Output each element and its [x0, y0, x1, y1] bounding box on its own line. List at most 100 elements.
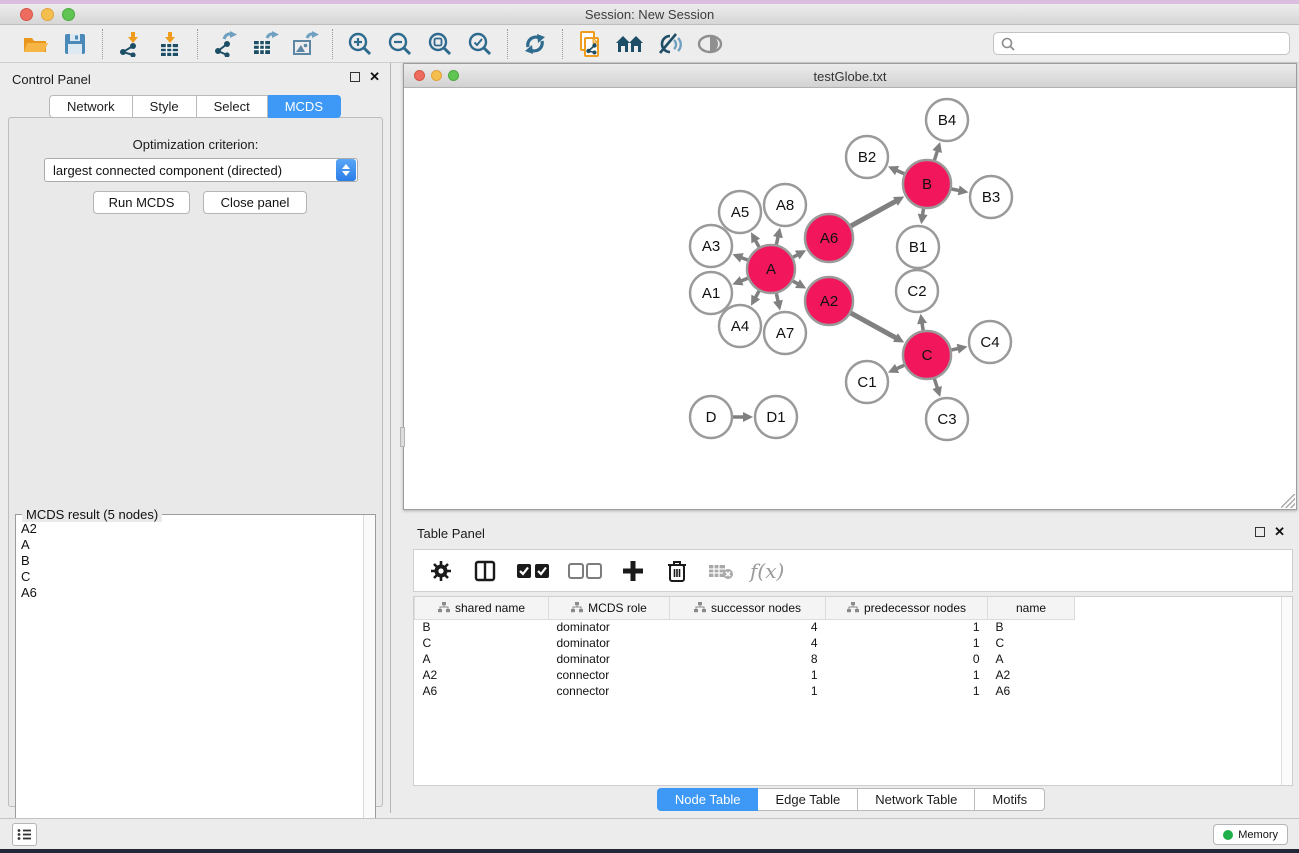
export-network-button[interactable]	[209, 29, 241, 59]
column-header-name[interactable]: name	[988, 597, 1075, 619]
tab-select[interactable]: Select	[197, 95, 268, 118]
import-table-button[interactable]	[154, 29, 186, 59]
edge-A2-C[interactable]	[851, 313, 897, 339]
network-canvas[interactable]: B4B2BB3A8A5A6A3B1AC2A1A2A4A7C4CC1DD1C3	[404, 88, 1296, 509]
table-cell: dominator	[549, 619, 670, 635]
table-cell: 0	[826, 651, 988, 667]
float-panel-icon[interactable]	[350, 72, 360, 82]
import-network-icon	[117, 31, 143, 57]
memory-button[interactable]: Memory	[1213, 824, 1288, 845]
table-row[interactable]: Adominator80A	[415, 651, 1075, 667]
table-cell: 1	[826, 619, 988, 635]
search-field[interactable]	[993, 32, 1290, 55]
tab-style[interactable]: Style	[133, 95, 197, 118]
show-column-button[interactable]	[470, 556, 500, 586]
toolbar-separator	[562, 29, 563, 59]
node-label-A4: A4	[731, 318, 749, 335]
result-item[interactable]: B	[21, 553, 363, 569]
node-label-D1: D1	[766, 409, 785, 426]
column-header-predecessor-nodes[interactable]: predecessor nodes	[826, 597, 988, 619]
table-row[interactable]: Bdominator41B	[415, 619, 1075, 635]
result-scrollbar[interactable]	[363, 515, 375, 853]
zoom-fit-button[interactable]	[424, 29, 456, 59]
task-history-button[interactable]	[12, 823, 37, 846]
edge-arrowhead	[918, 214, 928, 225]
zoom-selected-button[interactable]	[464, 29, 496, 59]
optimization-criterion-label: Optimization criterion:	[9, 137, 382, 152]
node-label-C2: C2	[907, 283, 926, 300]
result-item[interactable]: A2	[21, 521, 363, 537]
edge-arrowhead	[917, 314, 927, 325]
tab-motifs[interactable]: Motifs	[975, 788, 1045, 811]
import-network-button[interactable]	[114, 29, 146, 59]
node-label-A5: A5	[731, 204, 749, 221]
zoom-out-button[interactable]	[384, 29, 416, 59]
save-session-button[interactable]	[59, 29, 91, 59]
criterion-value: largest connected component (directed)	[45, 163, 336, 178]
close-panel-button[interactable]: Close panel	[203, 191, 307, 214]
toolbar-separator	[197, 29, 198, 59]
unchecked-boxes-icon	[568, 562, 602, 580]
network-window-titlebar[interactable]: testGlobe.txt	[404, 64, 1296, 88]
table-cell: connector	[549, 667, 670, 683]
table-settings-button[interactable]	[426, 556, 456, 586]
close-table-panel-icon[interactable]: ✕	[1274, 527, 1285, 537]
node-label-A: A	[766, 261, 776, 278]
delete-column-button[interactable]	[662, 556, 692, 586]
edge-A6-B[interactable]	[851, 200, 897, 226]
table-cell: B	[988, 619, 1075, 635]
deselect-all-button[interactable]	[566, 556, 604, 586]
table-scrollbar[interactable]	[1281, 597, 1292, 785]
table-cell: A6	[415, 683, 549, 699]
export-image-button[interactable]	[289, 29, 321, 59]
column-header-successor-nodes[interactable]: successor nodes	[670, 597, 826, 619]
float-table-panel-icon[interactable]	[1255, 527, 1265, 537]
run-mcds-button[interactable]: Run MCDS	[93, 191, 190, 214]
tab-node-table[interactable]: Node Table	[657, 788, 759, 811]
node-label-B2: B2	[858, 149, 876, 166]
select-all-button[interactable]	[514, 556, 552, 586]
mcds-result-box: MCDS result (5 nodes) A2ABCA6	[15, 514, 376, 853]
result-item[interactable]: A	[21, 537, 363, 553]
node-label-A3: A3	[702, 238, 720, 255]
dropdown-stepper-icon	[336, 159, 356, 181]
control-panel-tabs: NetworkStyleSelectMCDS	[0, 95, 390, 118]
node-table-grid[interactable]: shared nameMCDS rolesuccessor nodesprede…	[414, 597, 1075, 699]
criterion-dropdown[interactable]: largest connected component (directed)	[44, 158, 358, 182]
table-row[interactable]: A6connector11A6	[415, 683, 1075, 699]
column-header-MCDS-role[interactable]: MCDS role	[549, 597, 670, 619]
column-header-shared-name[interactable]: shared name	[415, 597, 549, 619]
show-graphics-details-button[interactable]	[694, 29, 726, 59]
list-icon	[17, 828, 32, 841]
panel-divider-handle[interactable]	[400, 427, 405, 447]
houses-icon	[615, 32, 645, 56]
zoom-selected-icon	[467, 31, 493, 57]
tab-network[interactable]: Network	[49, 95, 133, 118]
plus-icon	[622, 560, 644, 582]
open-file-button[interactable]	[19, 29, 51, 59]
close-panel-icon[interactable]: ✕	[369, 72, 380, 82]
network-window-title: testGlobe.txt	[404, 69, 1296, 84]
result-item[interactable]: A6	[21, 585, 363, 601]
tab-network-table[interactable]: Network Table	[858, 788, 975, 811]
hide-annotations-button[interactable]	[654, 29, 686, 59]
search-input[interactable]	[1016, 35, 1289, 53]
zoom-in-button[interactable]	[344, 29, 376, 59]
table-row[interactable]: A2connector11A2	[415, 667, 1075, 683]
first-neighbors-button[interactable]	[614, 29, 646, 59]
add-column-button[interactable]	[618, 556, 648, 586]
result-item[interactable]: C	[21, 569, 363, 585]
mcds-result-list[interactable]: A2ABCA6	[17, 521, 363, 853]
window-resize-grip[interactable]	[1281, 494, 1295, 508]
toolbar-separator	[332, 29, 333, 59]
edge-arrowhead	[773, 227, 783, 238]
new-network-from-selection-button[interactable]	[574, 29, 606, 59]
export-table-button[interactable]	[249, 29, 281, 59]
tab-mcds[interactable]: MCDS	[268, 95, 341, 118]
export-image-icon	[292, 31, 319, 57]
tab-edge-table[interactable]: Edge Table	[758, 788, 858, 811]
table-toolbar: f(x)	[413, 549, 1293, 592]
zoom-out-icon	[387, 31, 413, 57]
apply-layout-button[interactable]	[519, 29, 551, 59]
table-row[interactable]: Cdominator41C	[415, 635, 1075, 651]
